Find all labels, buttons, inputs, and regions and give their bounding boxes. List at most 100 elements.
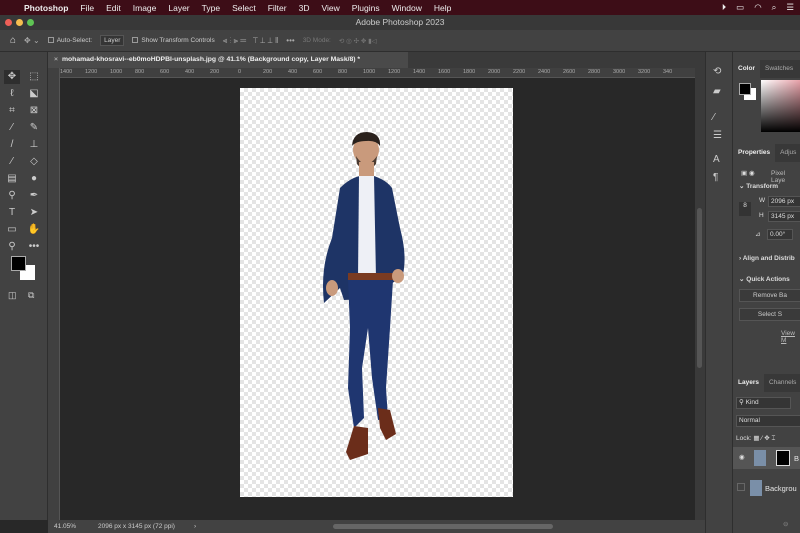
layers-panel-tabs: Layers Channels [733,374,800,392]
tab-properties[interactable]: Properties [733,144,776,162]
play-icon[interactable]: ⏵ [722,2,726,13]
lasso-tool-icon[interactable]: ℓ [4,87,20,101]
zoom-tool-icon[interactable]: ⚲ [4,240,20,254]
status-menu-chevron-icon[interactable]: › [194,520,196,533]
stamp-tool-icon[interactable]: ⊥ [26,138,42,152]
eyedropper-tool-icon[interactable]: ⁄ [4,121,20,135]
menu-file[interactable]: File [80,3,94,13]
tab-color[interactable]: Color [733,60,760,78]
close-window-button[interactable] [5,19,12,26]
more-tools-icon[interactable]: ••• [26,240,42,254]
layer-filter-kind[interactable]: ⚲ Kind [736,397,791,409]
menu-image[interactable]: Image [133,3,157,13]
crop-tool-icon[interactable]: ⌗ [4,104,20,118]
quick-mask-icon[interactable]: ◫ [8,290,17,301]
menu-type[interactable]: Type [202,3,220,13]
menu-window[interactable]: Window [392,3,422,13]
layer-name: Backgrou [765,484,797,493]
character-icon[interactable]: A [713,154,720,165]
ruler-tick: 340 [663,69,673,75]
path-select-tool-icon[interactable]: ➤ [26,206,42,220]
visibility-eye-icon[interactable]: ◉ [739,453,745,461]
home-icon[interactable]: ⌂ [10,35,16,46]
show-transform-checkbox[interactable]: Show Transform Controls [132,37,215,44]
transform-section[interactable]: ⌄ Transform [739,182,778,190]
eraser-tool-icon[interactable]: ◇ [26,155,42,169]
height-field[interactable]: 3145 px [768,211,800,222]
remove-background-button[interactable]: Remove Ba [739,289,800,302]
select-subject-button[interactable]: Select S [739,308,800,321]
search-icon[interactable]: ⌕ [772,2,777,13]
rectangle-tool-icon[interactable]: ▭ [4,223,20,237]
quick-actions-section[interactable]: ⌄ Quick Actions [739,275,790,283]
scrollbar-thumb[interactable] [697,208,702,368]
document-tab[interactable]: × mohamad-khosravi--eb0moHDPBI-unsplash.j… [48,52,408,68]
zoom-level[interactable]: 41.05% [54,520,76,533]
menu-view[interactable]: View [321,3,339,13]
auto-select-checkbox[interactable]: Auto-Select: [47,37,92,44]
foreground-color-swatch[interactable] [11,256,26,271]
marquee-tool-icon[interactable]: ⬚ [26,70,42,84]
pen-tool-icon[interactable]: ✒ [26,189,42,203]
document-canvas[interactable] [240,88,513,497]
adjustments-icon[interactable]: ☰ [713,130,722,141]
menu-select[interactable]: Select [232,3,256,13]
layer-select[interactable]: Layer [100,35,125,46]
tab-channels[interactable]: Channels [764,374,800,392]
hand-tool-icon[interactable]: ✋ [26,223,42,237]
angle-field[interactable]: 0.00° [767,229,793,240]
comments-icon[interactable]: ▰ [713,86,721,97]
width-field[interactable]: 2096 px [768,196,800,207]
menu-help[interactable]: Help [434,3,451,13]
frame-tool-icon[interactable]: ⊠ [26,104,42,118]
control-center-icon[interactable]: ☰ [786,2,794,13]
dodge-tool-icon[interactable]: ⚲ [4,189,20,203]
tab-swatches[interactable]: Swatches [760,60,798,78]
angle-icon: ⊿ [755,231,761,238]
menu-filter[interactable]: Filter [268,3,287,13]
menu-edit[interactable]: Edit [106,3,121,13]
paragraph-icon[interactable]: ¶ [713,172,718,183]
layer-mask-thumbnail[interactable] [776,450,790,466]
blur-tool-icon[interactable]: ● [26,172,42,186]
gradient-tool-icon[interactable]: ▤ [4,172,20,186]
history-brush-icon[interactable]: ⁄ [4,155,20,169]
layer-row[interactable]: ◉ B [733,447,800,469]
minimize-window-button[interactable] [16,19,23,26]
move-tool-icon[interactable]: ✥ [4,70,20,84]
battery-icon[interactable]: ▭ [736,2,744,13]
menu-3d[interactable]: 3D [299,3,310,13]
foreground-color-chip[interactable] [739,83,751,95]
more-icon[interactable]: ••• [286,36,294,45]
align-buttons[interactable]: ⫷ ⫶ ⫸ ═ ⊤ ⊥ ⊥ ‖ [223,36,279,46]
color-picker-field[interactable] [761,80,800,132]
vertical-scrollbar[interactable] [695,68,705,520]
tab-adjustments[interactable]: Adjus [775,144,800,162]
view-more-link[interactable]: View M [781,330,800,344]
brush-settings-icon[interactable]: ⁄ [713,112,715,123]
blend-mode-select[interactable]: Normal [736,415,800,427]
tab-layers[interactable]: Layers [733,374,764,392]
ruler-tick: 2600 [563,69,576,75]
close-tab-icon[interactable]: × [54,56,58,63]
link-dimensions-icon[interactable]: 8 [739,202,751,216]
link-layers-icon[interactable]: ⊖ [783,520,788,528]
screen-mode-icon[interactable]: ⧉ [28,290,34,301]
wifi-icon[interactable]: ◠ [754,2,761,13]
align-distribute-section[interactable]: › Align and Distrib [739,255,795,262]
3d-mode-icons[interactable]: ⟲ ◎ ✣ ✥ ▮◁ [339,37,377,45]
healing-brush-icon[interactable]: ✎ [26,121,42,135]
layer-row[interactable]: Backgrou [733,477,800,499]
type-tool-icon[interactable]: T [4,206,20,220]
zoom-window-button[interactable] [27,19,34,26]
menu-app[interactable]: Photoshop [24,3,68,13]
menu-plugins[interactable]: Plugins [352,3,380,13]
visibility-toggle[interactable] [737,483,745,491]
move-tool-icon[interactable]: ✥ ⌄ [24,36,40,45]
object-select-tool-icon[interactable]: ⬕ [26,87,42,101]
ruler-tick: 400 [288,69,298,75]
history-icon[interactable]: ⟲ [713,66,721,77]
brush-tool-icon[interactable]: / [4,138,20,152]
horizontal-scrollbar[interactable] [333,524,553,529]
menu-layer[interactable]: Layer [168,3,189,13]
